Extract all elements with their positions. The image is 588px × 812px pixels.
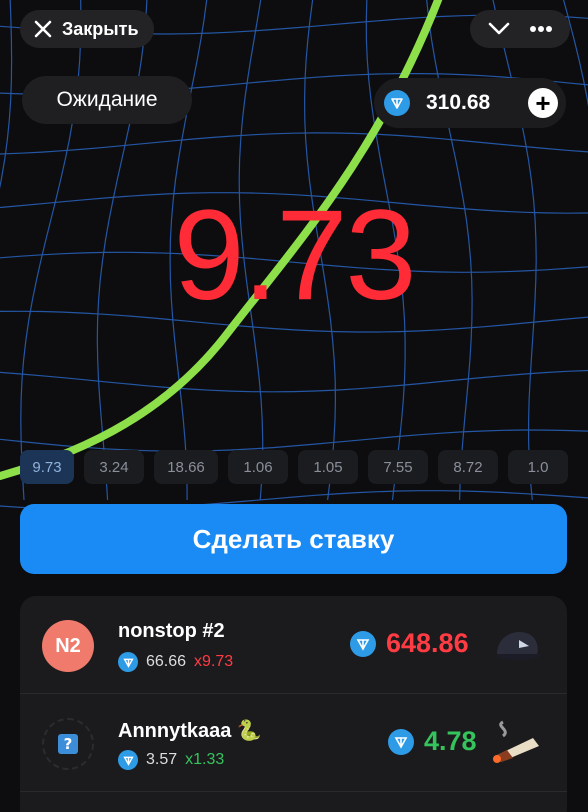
win-amount: 4.78: [388, 726, 477, 757]
win-value: 648.86: [386, 628, 469, 658]
history-chip: 1.05: [298, 450, 358, 484]
cashout-multiplier: x1.33: [185, 751, 225, 768]
avatar: N2: [42, 620, 94, 672]
cashout-multiplier: x9.73: [194, 653, 234, 670]
balance-value: 310.68: [426, 91, 491, 114]
more-icon[interactable]: [529, 25, 553, 33]
ton-icon: [388, 728, 414, 755]
history-chip: 8.72: [438, 450, 498, 484]
cigar-gift-icon: [493, 720, 539, 763]
current-multiplier: 9.73: [173, 184, 416, 327]
history-chip: 9.73: [20, 450, 74, 484]
balance-pill: 310.68 +: [374, 78, 566, 128]
avatar-letter: ?: [64, 735, 73, 753]
status-badge: Ожидание: [22, 76, 192, 124]
bet-details: 3.57 x1.33: [118, 750, 224, 770]
add-funds-button[interactable]: +: [528, 88, 558, 118]
place-bet-button[interactable]: Сделать ставку: [20, 504, 567, 574]
history-chip: 1.0: [508, 450, 568, 484]
bet-row[interactable]: ? Annnytkaaa 🐍 3.57 x1.33 4.78: [20, 694, 567, 792]
win-amount: 648.86: [350, 628, 469, 659]
question-box-icon: ?: [58, 734, 78, 754]
chevron-down-icon[interactable]: [488, 22, 510, 36]
ton-icon: [118, 750, 138, 770]
ton-icon: [118, 652, 138, 672]
ton-icon: [384, 90, 410, 116]
multiplier-history: 9.73 3.24 18.66 1.06 1.05 7.55 8.72 1.0: [20, 450, 588, 484]
bet-details: 66.66 x9.73: [118, 652, 233, 672]
history-chip: 7.55: [368, 450, 428, 484]
close-icon: [34, 20, 52, 38]
bets-list: N2 nonstop #2 66.66 x9.73 648.86 ? Annny…: [20, 596, 567, 812]
stake-amount: 66.66: [146, 653, 187, 670]
username: nonstop #2: [118, 620, 225, 642]
win-value: 4.78: [424, 726, 477, 756]
close-button[interactable]: Закрыть: [20, 10, 154, 48]
close-label: Закрыть: [62, 18, 139, 39]
cap-gift-icon: [497, 632, 541, 661]
history-chip: 3.24: [84, 450, 144, 484]
username: Annnytkaaa 🐍: [118, 720, 262, 742]
status-label: Ожидание: [56, 88, 158, 111]
bet-row[interactable]: N2 nonstop #2 66.66 x9.73 648.86: [20, 596, 567, 694]
stake-amount: 3.57: [146, 751, 178, 768]
ton-icon: [350, 630, 376, 657]
history-chip: 18.66: [154, 450, 218, 484]
avatar: ?: [42, 718, 94, 770]
history-chip: 1.06: [228, 450, 288, 484]
menu-controls: [470, 10, 570, 48]
